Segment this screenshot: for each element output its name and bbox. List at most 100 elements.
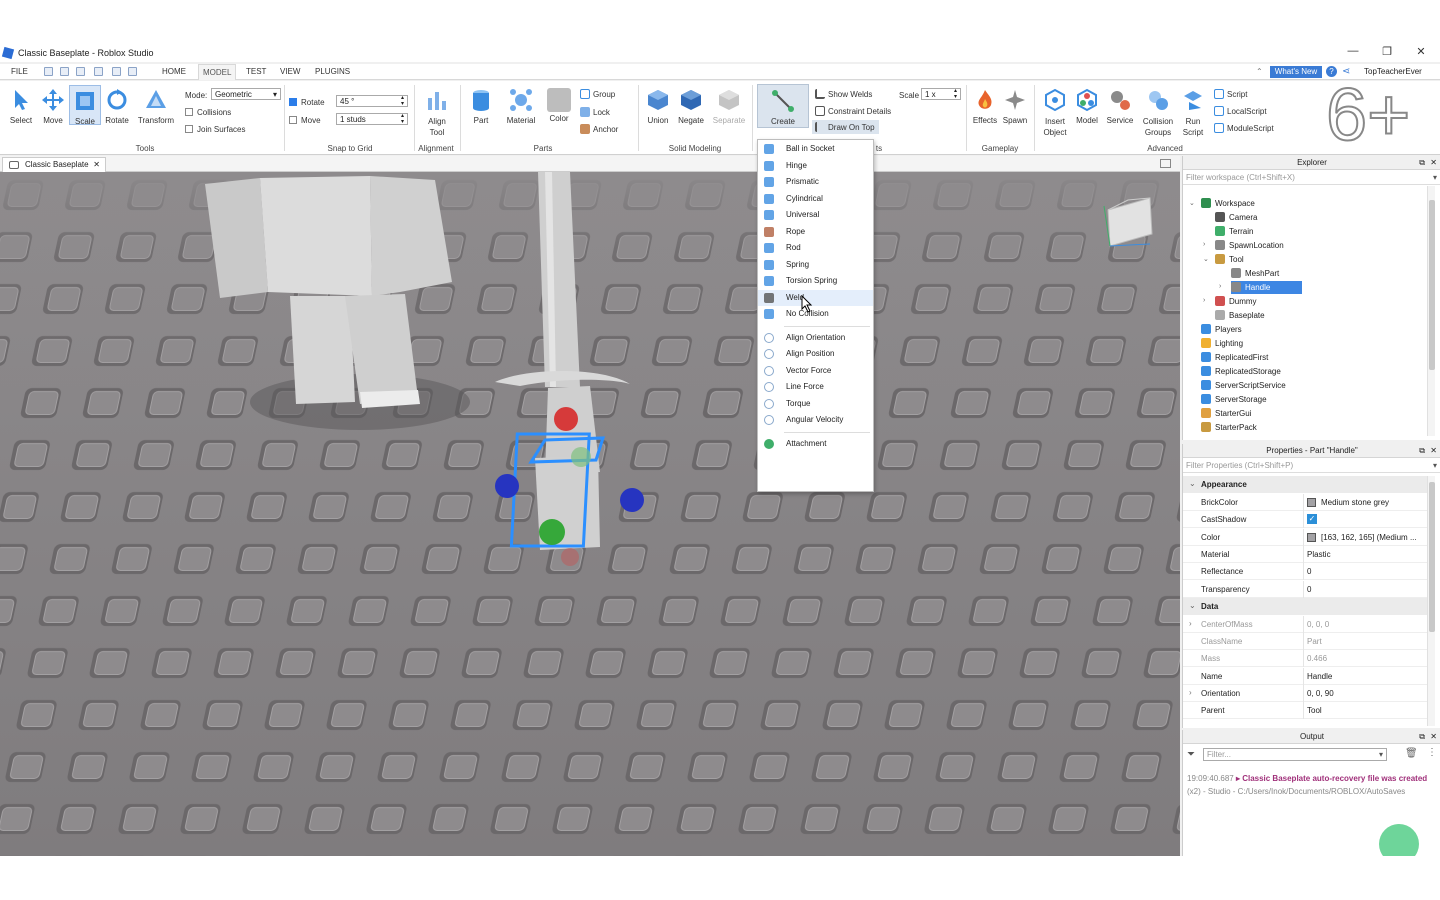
more-options-icon[interactable]: ⋮ — [1427, 747, 1437, 758]
open-icon[interactable] — [60, 67, 69, 76]
property-row[interactable]: Name Handle — [1183, 667, 1429, 685]
stepper-icon[interactable]: ▴ ▾ — [401, 113, 404, 125]
explorer-item-players[interactable]: Players — [1201, 323, 1242, 336]
menu-item-universal[interactable]: Universal — [758, 207, 873, 223]
explorer-item-replicated-first[interactable]: ReplicatedFirst — [1201, 351, 1268, 364]
explorer-item-starter-gui[interactable]: StarterGui — [1201, 407, 1251, 420]
save-icon[interactable] — [76, 67, 85, 76]
property-row[interactable]: CastShadow ✓ — [1183, 511, 1429, 529]
property-row[interactable]: Transparency 0 — [1183, 580, 1429, 598]
menu-item-spring[interactable]: Spring — [758, 257, 873, 273]
expand-arrow-icon[interactable]: › — [1203, 297, 1205, 304]
explorer-item-meshpart[interactable]: MeshPart — [1231, 267, 1279, 280]
tab-model[interactable]: MODEL — [198, 64, 237, 80]
whats-new-button[interactable]: What's New — [1270, 66, 1322, 78]
separate-button[interactable]: Separate — [709, 88, 749, 125]
scale-handle-green-bottom[interactable] — [539, 519, 565, 545]
menu-item-no-collision[interactable]: No Collision — [758, 306, 873, 322]
minimize-button[interactable]: — — [1336, 45, 1370, 57]
property-row[interactable]: Parent Tool — [1183, 702, 1429, 720]
property-value[interactable]: 0, 0, 90 — [1307, 689, 1334, 698]
menu-item-rope[interactable]: Rope — [758, 224, 873, 240]
explorer-item-server-storage[interactable]: ServerStorage — [1201, 393, 1267, 406]
property-row[interactable]: ClassName Part — [1183, 633, 1429, 651]
explorer-item-starter-pack[interactable]: StarterPack — [1201, 421, 1257, 434]
property-value[interactable]: 0, 0, 0 — [1307, 620, 1329, 629]
collapse-arrow-icon[interactable]: ⌄ — [1203, 255, 1209, 263]
property-category[interactable]: ⌄ Appearance — [1183, 476, 1429, 493]
tab-test[interactable]: TEST — [246, 67, 266, 76]
tab-classic-baseplate[interactable]: Classic Baseplate ✕ — [2, 157, 106, 172]
chevron-down-icon[interactable]: ▾ — [1433, 173, 1437, 182]
explorer-item-spawn[interactable]: SpawnLocation — [1215, 239, 1284, 252]
maximize-button[interactable]: ❐ — [1370, 45, 1404, 58]
explorer-item-camera[interactable]: Camera — [1215, 211, 1257, 224]
move-snap-toggle[interactable]: Move — [289, 116, 321, 125]
group-button[interactable]: Group — [580, 89, 615, 99]
color-button[interactable]: Color — [544, 88, 574, 123]
property-row[interactable]: › Orientation 0, 0, 90 — [1183, 685, 1429, 702]
tab-view[interactable]: VIEW — [280, 67, 300, 76]
expand-arrow-icon[interactable]: › — [1189, 688, 1192, 697]
explorer-item-handle[interactable]: Handle — [1231, 281, 1303, 294]
collapse-arrow-icon[interactable]: ⌄ — [1189, 479, 1196, 488]
property-value[interactable]: 0.466 — [1307, 654, 1327, 663]
explorer-item-workspace[interactable]: Workspace — [1201, 197, 1255, 210]
service-button[interactable]: Service — [1104, 88, 1136, 125]
property-value[interactable]: [163, 162, 165] (Medium ... — [1321, 533, 1417, 542]
publish-icon[interactable] — [94, 67, 103, 76]
chevron-down-icon[interactable]: ▾ — [1433, 461, 1437, 470]
menu-item-torque[interactable]: Torque — [758, 396, 873, 412]
explorer-item-server-script-service[interactable]: ServerScriptService — [1201, 379, 1286, 392]
run-script-button[interactable]: Run Script — [1178, 88, 1208, 138]
menu-item-weld[interactable]: Weld — [758, 289, 873, 306]
collapse-arrow-icon[interactable]: ⌄ — [1189, 199, 1195, 207]
collisions-checkbox[interactable] — [185, 108, 193, 116]
move-snap-input[interactable]: 1 studs ▴ ▾ — [336, 113, 408, 125]
property-category[interactable]: ⌄ Data — [1183, 597, 1429, 615]
dock-icon[interactable]: ⧉ — [1419, 156, 1425, 170]
menu-item-align-orientation[interactable]: Align Orientation — [758, 330, 873, 346]
property-row[interactable]: Color [163, 162, 165] (Medium ... — [1183, 528, 1429, 546]
expand-arrow-icon[interactable]: › — [1219, 283, 1221, 290]
spawn-button[interactable]: Spawn — [1000, 88, 1030, 125]
menu-item-align-position[interactable]: Align Position — [758, 346, 873, 362]
tab-plugins[interactable]: PLUGINS — [315, 67, 350, 76]
scale-handle-green-top[interactable] — [571, 447, 591, 467]
collision-groups-button[interactable]: Collision Groups — [1138, 88, 1178, 138]
dock-icon[interactable]: ⧉ — [1419, 730, 1425, 744]
undo-icon[interactable] — [128, 67, 137, 76]
expand-arrow-icon[interactable]: › — [1203, 241, 1205, 248]
scale-handle-red-bottom[interactable] — [561, 548, 579, 566]
property-row[interactable]: Mass 0.466 — [1183, 650, 1429, 668]
explorer-item-baseplate[interactable]: Baseplate — [1215, 309, 1265, 322]
property-value[interactable]: 0 — [1307, 567, 1311, 576]
explorer-filter-input[interactable]: Filter workspace (Ctrl+Shift+X) ▾ — [1183, 171, 1440, 185]
lock-button[interactable]: Lock — [580, 107, 610, 117]
property-row[interactable]: Reflectance 0 — [1183, 563, 1429, 581]
chevron-down-icon[interactable]: ▾ — [1379, 750, 1383, 759]
menu-item-hinge[interactable]: Hinge — [758, 158, 873, 174]
explorer-item-dummy[interactable]: Dummy — [1215, 295, 1257, 308]
rotate-snap-toggle[interactable]: Rotate — [289, 98, 325, 107]
property-value[interactable]: Plastic — [1307, 550, 1331, 559]
properties-scrollbar[interactable] — [1427, 476, 1435, 726]
property-row[interactable]: BrickColor Medium stone grey — [1183, 494, 1429, 511]
stepper-icon[interactable]: ▴ ▾ — [401, 95, 404, 107]
menu-item-torsion-spring[interactable]: Torsion Spring — [758, 273, 873, 289]
collapse-ribbon-icon[interactable]: ⌃ — [1256, 67, 1263, 76]
scale-handle-red[interactable] — [554, 407, 578, 431]
select-tool-button[interactable]: Select — [6, 88, 36, 125]
stepper-icon[interactable]: ▴ ▾ — [954, 88, 957, 100]
close-tab-icon[interactable]: ✕ — [93, 160, 100, 169]
new-file-icon[interactable] — [44, 67, 53, 76]
move-snap-checkbox[interactable] — [289, 116, 297, 124]
effects-button[interactable]: Effects — [970, 88, 1000, 125]
material-button[interactable]: Material — [502, 88, 540, 125]
local-script-button[interactable]: LocalScript — [1214, 106, 1267, 116]
join-surfaces-checkbox[interactable] — [185, 125, 193, 133]
output-filter-input[interactable]: Filter... ▾ — [1203, 748, 1387, 761]
castshadow-checkbox[interactable]: ✓ — [1307, 514, 1317, 525]
script-button[interactable]: Script — [1214, 89, 1247, 99]
scale-handle-blue-left[interactable] — [495, 474, 519, 498]
